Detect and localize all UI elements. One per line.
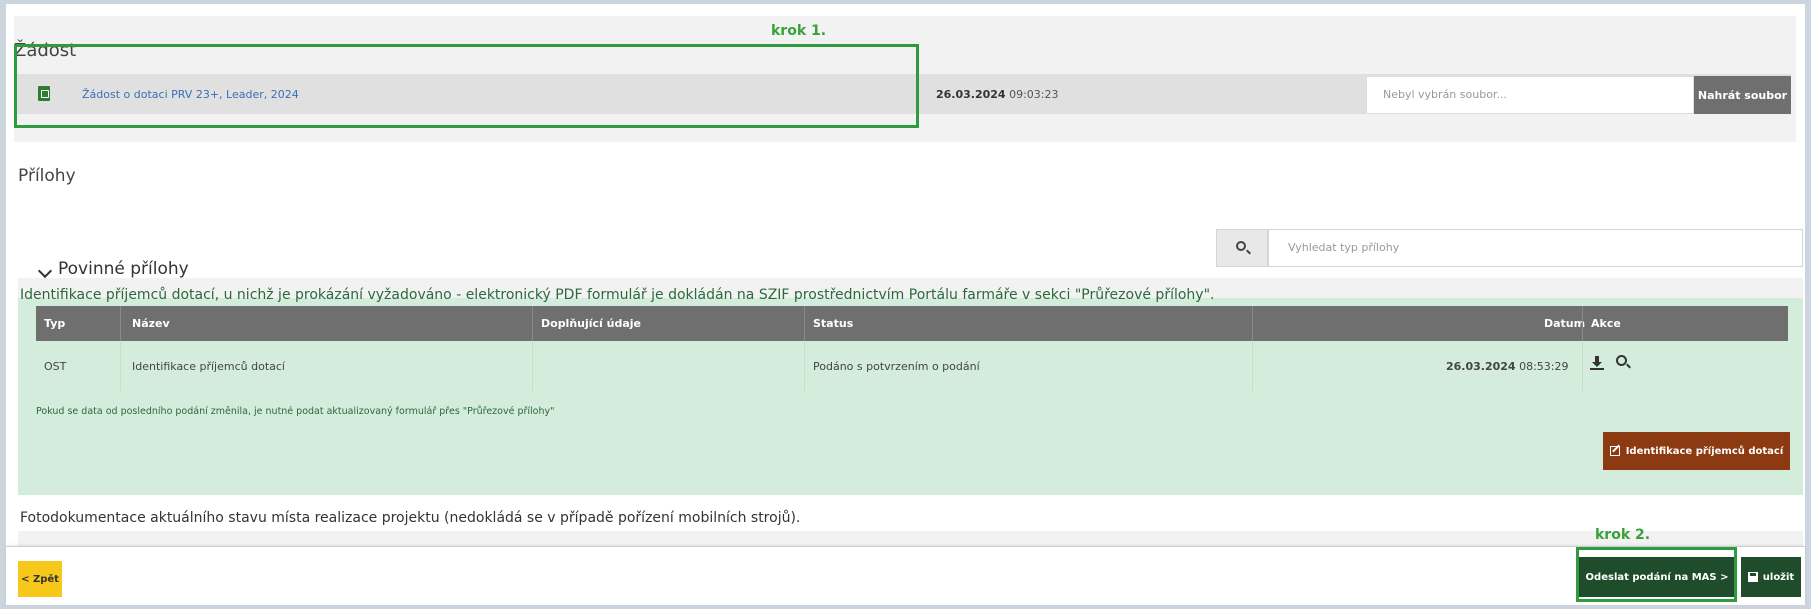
cell-time: 08:53:29 [1519,360,1569,373]
cell-datum: 26.03.2024 08:53:29 [1446,360,1569,373]
col-datum: Datum [1544,317,1586,330]
step-2-label: krok 2. [1595,527,1651,543]
mandatory-item-description: Identifikace příjemců dotací, u nichž je… [20,287,1215,303]
cell-divider [1582,341,1583,391]
search-placeholder: Vyhledat typ přílohy [1288,241,1400,254]
attachment-note: Pokud se data od posledního podání změni… [36,406,555,417]
table-row: OST Identifikace příjemců dotací Podáno … [36,341,1788,391]
col-divider [532,306,533,341]
view-search-icon[interactable] [1616,355,1627,366]
zadost-date: 26.03.2024 [936,88,1006,101]
upload-file-button[interactable]: Nahrát soubor [1694,76,1791,114]
col-status: Status [813,317,854,330]
col-divider [1582,306,1583,341]
footer-bar [6,546,1805,605]
cell-divider [1252,341,1253,391]
cell-divider [804,341,805,391]
search-icon [1236,241,1246,251]
mandatory-attachments-title[interactable]: Povinné přílohy [58,259,189,279]
save-button-label: uložit [1762,571,1795,583]
cell-divider [532,341,533,391]
download-icon[interactable] [1590,356,1604,370]
col-divider [120,306,121,341]
step-1-highlight [14,44,919,128]
cell-divider [120,341,121,391]
col-divider [1252,306,1253,341]
cell-status: Podáno s potvrzením o podání [813,360,980,373]
cell-typ: OST [44,360,67,373]
identifikace-prijemcu-button-label: Identifikace příjemců dotací [1625,445,1784,457]
download-icon-base [1590,368,1604,370]
photo-documentation-title: Fotodokumentace aktuálního stavu místa r… [20,510,801,526]
step-2-highlight [1576,547,1737,602]
attachments-table-header: Typ Název Doplňující údaje Status Datum … [36,306,1788,341]
zadost-time: 09:03:23 [1009,88,1059,101]
zadost-timestamp: 26.03.2024 09:03:23 [936,88,1059,101]
col-typ: Typ [44,317,66,330]
col-doplnujici: Doplňující údaje [541,317,642,330]
search-button[interactable] [1216,229,1268,267]
prilohy-title: Přílohy [18,166,76,186]
save-icon [1747,572,1758,582]
identifikace-prijemcu-button[interactable]: Identifikace příjemců dotací [1603,432,1790,470]
col-divider [804,306,805,341]
cell-nazev: Identifikace příjemců dotací [132,360,285,373]
external-edit-icon [1609,446,1620,456]
step-1-label: krok 1. [771,23,827,39]
cell-date: 26.03.2024 [1446,360,1516,373]
col-nazev: Název [132,317,170,330]
file-input-placeholder: Nebyl vybrán soubor... [1383,88,1507,101]
save-button[interactable]: uložit [1741,557,1801,597]
col-akce: Akce [1591,317,1621,330]
back-button[interactable]: < Zpět [18,561,62,597]
